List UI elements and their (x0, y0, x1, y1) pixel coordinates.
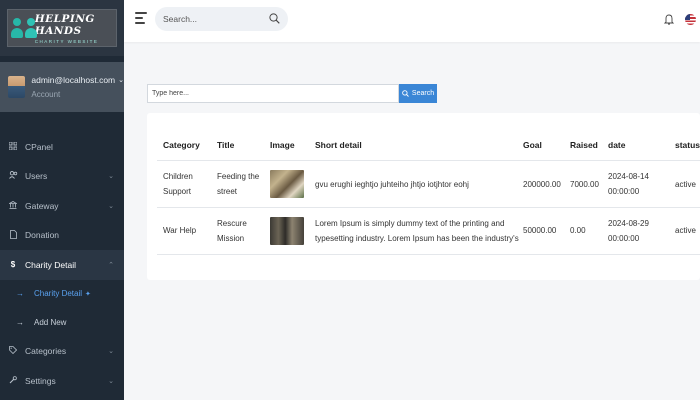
column-header-date[interactable]: date (608, 140, 625, 150)
filter-input[interactable] (147, 84, 399, 103)
column-header-status[interactable]: status (675, 140, 700, 150)
pin-icon: ✦ (85, 290, 91, 298)
sidebar-subitem-add-new[interactable]: → Add New (0, 308, 124, 337)
avatar (8, 76, 26, 98)
column-header-image[interactable]: Image (270, 140, 295, 150)
sidebar-item-label: Users (25, 171, 48, 182)
arrow-right-icon: → (16, 317, 24, 327)
charity-image-thumbnail[interactable] (270, 217, 304, 245)
user-role: Account (31, 90, 61, 99)
sidebar-subitem-label: Add New (34, 317, 67, 327)
cell-title: Rescure Mission (217, 219, 247, 243)
cell-date: 2024-08-29 00:00:00 (608, 219, 649, 243)
charity-image-thumbnail[interactable] (270, 170, 304, 198)
sidebar-item-categories[interactable]: Categories ⌄ (0, 337, 124, 367)
sidebar-item-charity-detail[interactable]: $ Charity Detail ⌃ (0, 250, 124, 280)
search-button-label: Search (411, 90, 435, 97)
cell-goal: 50000.00 (523, 226, 557, 235)
chevron-down-icon: ⌄ (118, 77, 124, 84)
sidebar-menu: CPanel Users ⌄ Gateway ⌄ Donation $ Char… (0, 132, 124, 396)
column-header-title[interactable]: Title (217, 140, 234, 150)
logo-area: HELPING HANDS CHARITY WEBSITE (0, 0, 124, 56)
cell-raised: 0.00 (570, 226, 586, 235)
column-header-raised[interactable]: Raised (570, 140, 598, 150)
arrow-right-icon: → (16, 289, 24, 299)
sidebar-item-label: CPanel (25, 141, 53, 152)
cell-category: Children Support (163, 172, 193, 196)
sidebar-item-label: Donation (25, 230, 60, 241)
search-icon[interactable] (269, 13, 280, 24)
sidebar-item-gateway[interactable]: Gateway ⌄ (0, 191, 124, 221)
sidebar-item-label: Categories (25, 346, 67, 357)
user-profile[interactable]: admin@localhost.com ⌄ Account (0, 62, 124, 112)
search-input[interactable] (163, 14, 263, 24)
chevron-down-icon: ⌄ (108, 348, 114, 356)
chevron-down-icon: ⌄ (108, 173, 114, 181)
row-divider (157, 207, 700, 208)
sidebar-item-label: Gateway (25, 200, 59, 211)
logo[interactable]: HELPING HANDS CHARITY WEBSITE (7, 9, 117, 47)
sidebar: HELPING HANDS CHARITY WEBSITE admin@loca… (0, 0, 124, 400)
bell-icon[interactable] (664, 13, 674, 25)
logo-title: HELPING HANDS (34, 12, 95, 37)
dollar-icon: $ (10, 260, 16, 270)
tag-icon (8, 346, 18, 356)
status-badge: active (675, 180, 696, 189)
search-icon (402, 90, 409, 97)
cell-goal: 200000.00 (523, 180, 561, 189)
sidebar-subitem-label: Charity Detail (34, 289, 83, 299)
chevron-down-icon: ⌄ (108, 377, 114, 385)
row-divider (157, 160, 700, 161)
sidebar-item-label: Settings (25, 375, 56, 386)
grid-icon (8, 141, 18, 152)
logo-subtitle: CHARITY WEBSITE (34, 38, 99, 44)
menu-toggle-icon[interactable] (135, 12, 147, 27)
top-bar (124, 0, 700, 42)
row-divider (157, 254, 700, 255)
helping-hands-logo-icon (11, 14, 37, 42)
cell-short-detail: Lorem Ipsum is simply dummy text of the … (315, 219, 519, 243)
cell-short-detail: gvu erughi ieghtjo juhteiho jhtjo iotjht… (315, 180, 469, 189)
user-email: admin@localhost.com (31, 75, 116, 85)
file-icon (8, 229, 18, 241)
charity-table-card: Category Title Image Short detail Goal R… (147, 113, 700, 280)
column-header-category[interactable]: Category (163, 140, 200, 150)
search-button[interactable]: Search (399, 84, 437, 103)
chevron-down-icon: ⌄ (108, 202, 114, 210)
sidebar-subitem-charity-detail[interactable]: → Charity Detail ✦ (0, 280, 124, 309)
cell-date: 2024-08-14 00:00:00 (608, 172, 649, 196)
chevron-up-icon: ⌃ (108, 261, 114, 269)
sidebar-item-users[interactable]: Users ⌄ (0, 162, 124, 192)
us-flag-icon[interactable] (685, 14, 696, 25)
wrench-icon (8, 375, 18, 386)
cell-raised: 7000.00 (570, 180, 599, 189)
sidebar-item-donation[interactable]: Donation (0, 221, 124, 251)
cell-category: War Help (163, 226, 197, 235)
bank-icon (7, 200, 19, 211)
top-search (155, 7, 288, 31)
sidebar-item-label: Charity Detail (25, 259, 77, 270)
cell-title: Feeding the street (217, 172, 260, 196)
sidebar-item-cpanel[interactable]: CPanel (0, 132, 124, 162)
users-icon (8, 171, 18, 181)
column-header-short-detail[interactable]: Short detail (315, 140, 362, 150)
sidebar-item-settings[interactable]: Settings ⌄ (0, 366, 124, 396)
status-badge: active (675, 226, 696, 235)
column-header-goal[interactable]: Goal (523, 140, 542, 150)
